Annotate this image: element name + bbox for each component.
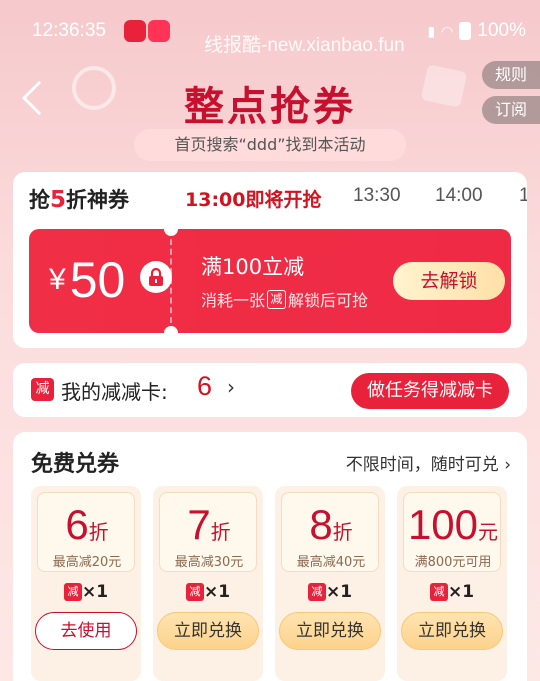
app-notification-icon [124, 20, 146, 42]
battery-icon [459, 22, 472, 40]
voucher-cost: 减 ×1 [153, 582, 263, 602]
watermark-text: 线报酷-new.xianbao.fun [204, 35, 405, 56]
voucher-subtitle: 最高减40元 [296, 555, 366, 570]
voucher-card: 6折 最高减20元 减 ×1 去使用 [31, 486, 141, 681]
status-time: 12:36:35 [32, 20, 106, 41]
reduce-card-row[interactable]: 减 我的减减卡: 6 › 做任务得减减卡 [13, 363, 527, 417]
voucher-subtitle: 满800元可用 [414, 555, 492, 570]
exchange-voucher-button[interactable]: 立即兑换 [401, 612, 503, 650]
voucher-cost: 减 ×1 [397, 582, 507, 602]
earn-card-task-button[interactable]: 做任务得减减卡 [351, 373, 509, 409]
tab-brand-title: 抢5折神券 [29, 187, 130, 213]
voucher-card: 8折 最高减40元 减 ×1 立即兑换 [275, 486, 385, 681]
free-exchange-section: 免费兑券 不限时间，随时可兑 › 6折 最高减20元 减 ×1 去使用 7折 最高… [13, 432, 527, 681]
page-title: 整点抢券 [184, 84, 356, 130]
voucher-value: 7 [187, 501, 211, 548]
coupon-description: 消耗一张减解锁后可抢 [201, 289, 369, 310]
voucher-subtitle: 最高减30元 [174, 555, 244, 570]
tab-time-slot[interactable]: 13:30 [353, 185, 401, 207]
tab-time-slot[interactable]: 14:00 [435, 185, 483, 207]
use-voucher-button[interactable]: 去使用 [35, 612, 137, 650]
coupon-condition: 满100立减 [201, 255, 305, 279]
tab-active-slot[interactable]: 13:00即将开抢 [185, 185, 321, 212]
featured-coupon-card: ¥50 满100立减 消耗一张减解锁后可抢 去解锁 [29, 222, 511, 340]
reduce-card-badge: 减 [267, 289, 287, 309]
section-title: 免费兑券 [31, 452, 120, 477]
voucher-card: 100元 满800元可用 减 ×1 立即兑换 [397, 486, 507, 681]
voucher-value: 100 [407, 501, 479, 548]
subscribe-button[interactable]: 订阅 [482, 96, 540, 124]
voucher-value: 8 [309, 501, 333, 548]
wifi-icon: ◠ [441, 22, 454, 39]
coupon-amount: ¥50 [49, 252, 126, 308]
app-notification-icon [148, 20, 170, 42]
status-bar: 12:36:35 线报酷-new.xianbao.fun ▮ ◠ 100% [0, 0, 540, 60]
voucher-cost: 减 ×1 [275, 582, 385, 602]
rules-button[interactable]: 规则 [482, 61, 540, 89]
reduce-card-label: 我的减减卡: [61, 380, 168, 404]
reduce-card-count: 6 [197, 371, 213, 401]
tab-time-slot[interactable]: 1 [519, 185, 527, 207]
status-indicators: ▮ ◠ 100% [427, 20, 526, 42]
signal-icon: ▮ [427, 22, 436, 39]
chevron-right-icon[interactable]: › [227, 375, 235, 399]
search-hint-banner: 首页搜索“ddd”找到本活动 [134, 129, 406, 161]
exchange-voucher-button[interactable]: 立即兑换 [157, 612, 259, 650]
unlock-button[interactable]: 去解锁 [393, 262, 505, 300]
flash-coupon-panel: 抢5折神券 13:00即将开抢 13:30 14:00 1 ¥50 满100立减… [13, 172, 527, 348]
reduce-card-badge: 减 [31, 378, 54, 401]
lock-icon [140, 261, 172, 293]
exchange-voucher-button[interactable]: 立即兑换 [279, 612, 381, 650]
exchange-anytime-link[interactable]: 不限时间，随时可兑 › [346, 450, 511, 475]
time-tabs: 抢5折神券 13:00即将开抢 13:30 14:00 1 [13, 172, 527, 224]
battery-percent: 100% [477, 20, 526, 41]
voucher-value: 6 [65, 501, 89, 548]
voucher-card: 7折 最高减30元 减 ×1 立即兑换 [153, 486, 263, 681]
voucher-subtitle: 最高减20元 [52, 555, 122, 570]
voucher-cost: 减 ×1 [31, 582, 141, 602]
